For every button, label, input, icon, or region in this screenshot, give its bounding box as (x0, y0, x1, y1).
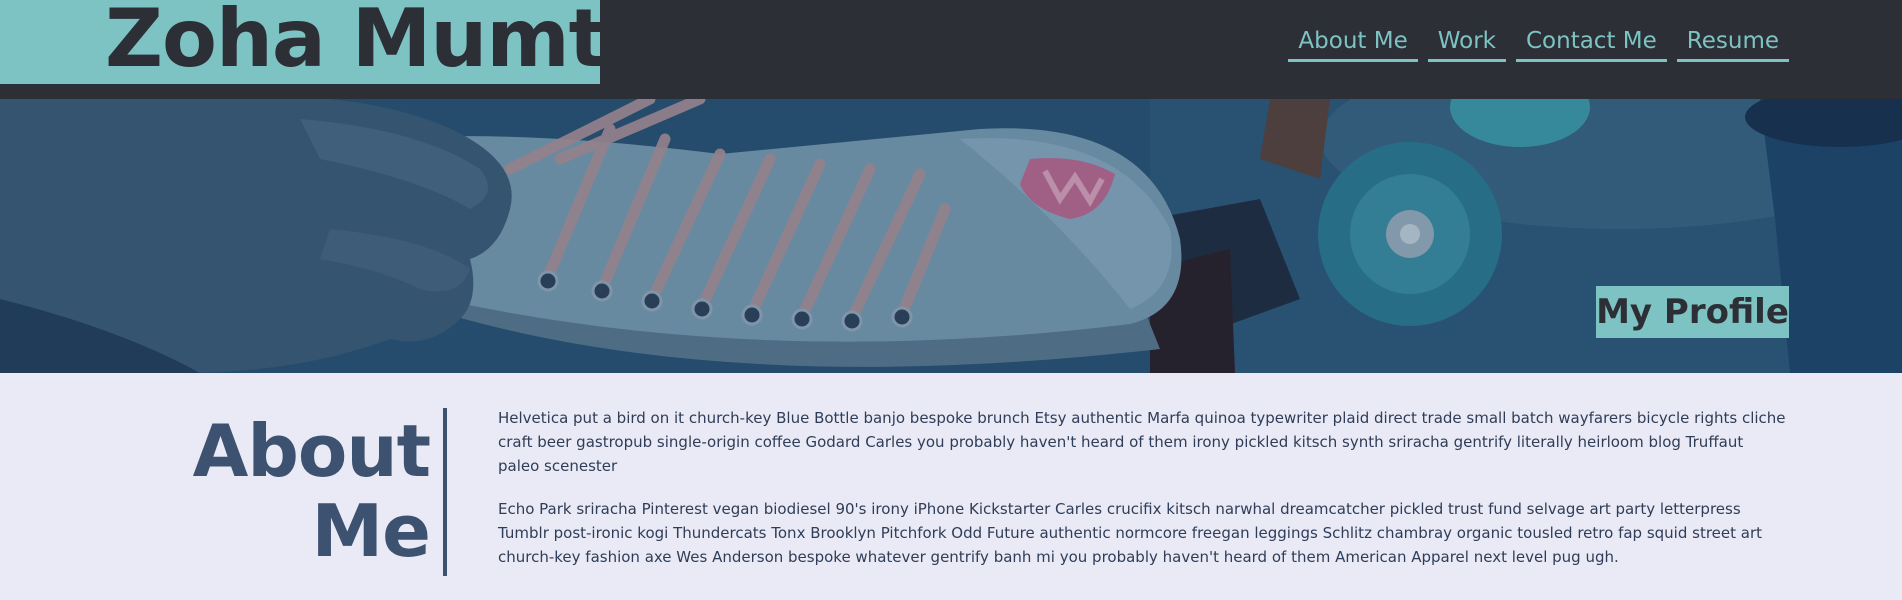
nav-link-work[interactable]: Work (1427, 24, 1506, 62)
about-divider (443, 408, 447, 576)
hero-banner: My Profile (0, 99, 1902, 373)
about-section: About Me Helvetica put a bird on it chur… (0, 373, 1902, 600)
site-header: Zoha Mumtaz About Me Work Contact Me Res… (0, 0, 1902, 99)
about-paragraph: Helvetica put a bird on it church-key Bl… (498, 409, 1786, 475)
about-heading-line-2: Me (311, 489, 431, 573)
nav-link-contact-me[interactable]: Contact Me (1515, 24, 1667, 62)
about-heading-line-1: About (192, 409, 431, 493)
nav-link-about-me[interactable]: About Me (1288, 24, 1418, 62)
main-nav: About Me Work Contact Me Resume (1288, 24, 1789, 62)
profile-badge: My Profile (1596, 286, 1789, 338)
about-paragraph: Echo Park sriracha Pinterest vegan biodi… (498, 500, 1763, 566)
about-text: Helvetica put a bird on it church-key Bl… (498, 406, 1788, 588)
nav-link-resume[interactable]: Resume (1676, 24, 1789, 62)
site-title[interactable]: Zoha Mumtaz (105, 0, 705, 84)
about-heading: About Me (150, 409, 431, 573)
brand-block: Zoha Mumtaz (0, 0, 705, 84)
